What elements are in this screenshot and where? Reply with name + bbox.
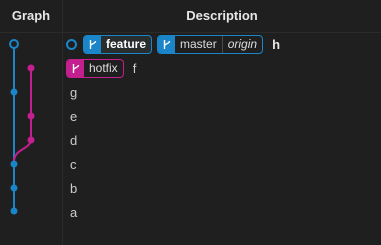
commit-message: g	[70, 84, 78, 100]
branch-ref-feature[interactable]: feature	[83, 34, 153, 54]
commit-row[interactable]: a	[63, 200, 381, 224]
commit-row[interactable]: c	[63, 152, 381, 176]
description-column-header[interactable]: Description	[63, 0, 381, 32]
commit-message: f	[132, 60, 137, 76]
branch-icon	[158, 35, 176, 53]
branch-ref-label: feature	[106, 36, 147, 51]
commit-node-h[interactable]	[9, 39, 19, 49]
commit-graph	[9, 39, 35, 215]
commit-node-g[interactable]	[10, 88, 18, 96]
commit-node-c[interactable]	[10, 160, 18, 168]
git-graph-view: Graph Description feature master origin …	[0, 0, 381, 245]
branch-ref-label: master	[180, 36, 217, 51]
commit-node-a[interactable]	[10, 207, 18, 215]
branch-icon	[84, 35, 101, 53]
commit-row[interactable]: e	[63, 104, 381, 128]
commit-message: h	[272, 36, 281, 52]
commit-node-f[interactable]	[27, 64, 35, 72]
commit-row[interactable]: d	[63, 128, 381, 152]
commit-row[interactable]: feature master origin h	[63, 32, 381, 56]
branch-ref-hotfix[interactable]: hotfix	[66, 58, 124, 78]
commit-message: e	[70, 108, 78, 124]
commit-row[interactable]: b	[63, 176, 381, 200]
branch-ref-master[interactable]: master origin	[157, 34, 264, 54]
head-ring-icon	[66, 38, 77, 50]
commit-row[interactable]: g	[63, 80, 381, 104]
commit-message: c	[70, 156, 77, 172]
remote-ref-label: origin	[221, 35, 262, 53]
commit-node-d[interactable]	[27, 136, 35, 144]
branch-ref-label: hotfix	[89, 60, 118, 75]
commit-message: a	[70, 204, 78, 220]
commit-message: b	[70, 180, 78, 196]
branch-icon	[67, 59, 84, 77]
commit-row[interactable]: hotfix f	[63, 56, 381, 80]
commit-node-e[interactable]	[27, 112, 35, 120]
commit-message: d	[70, 132, 78, 148]
commit-node-b[interactable]	[10, 184, 18, 192]
commit-list: feature master origin h hotfix f g e d c…	[63, 32, 381, 224]
